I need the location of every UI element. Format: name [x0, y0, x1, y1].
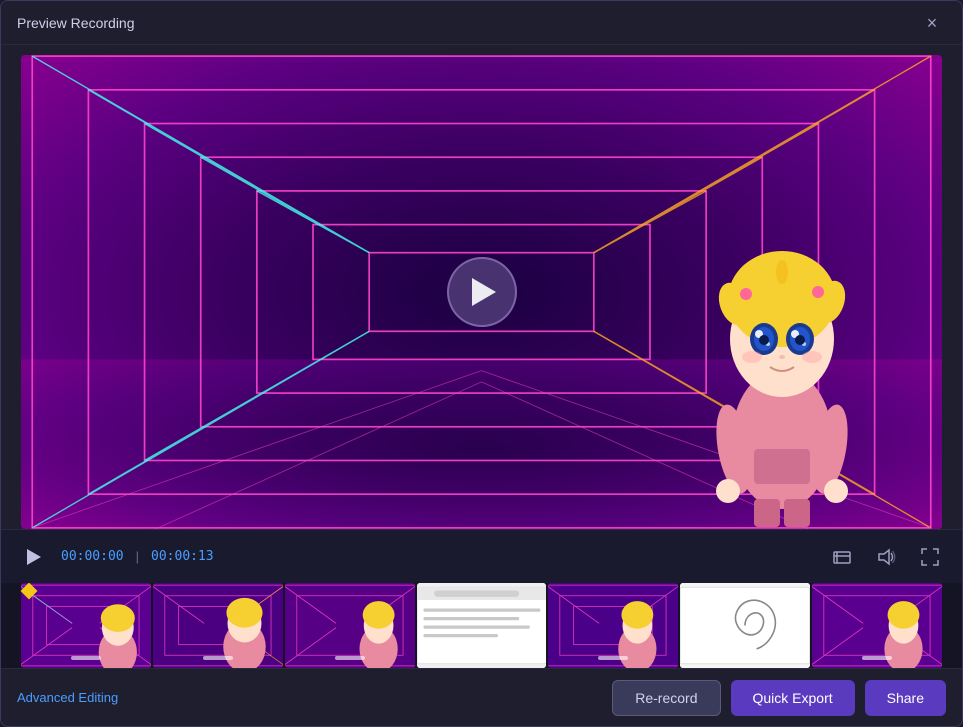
timeline-scrubber[interactable] — [21, 583, 37, 599]
thumb-bg-6 — [680, 583, 810, 668]
volume-icon[interactable] — [870, 541, 902, 573]
thumbnail-3[interactable] — [285, 583, 415, 668]
thumb-bar-5 — [598, 656, 628, 660]
thumbnail-6[interactable] — [680, 583, 810, 668]
play-button[interactable] — [447, 257, 517, 327]
thumbnail-2[interactable] — [153, 583, 283, 668]
timeline-strip — [1, 583, 962, 668]
current-time: 00:00:00 — [61, 549, 124, 564]
thumbnail-4[interactable] — [417, 583, 547, 668]
advanced-editing-link[interactable]: Advanced Editing — [17, 690, 118, 705]
quick-export-button[interactable]: Quick Export — [731, 680, 855, 716]
thumbnail-1[interactable] — [21, 583, 151, 668]
anime-character — [682, 209, 882, 529]
bottom-bar: Advanced Editing Re-record Quick Export … — [1, 668, 962, 726]
scrubber-diamond — [21, 583, 38, 599]
close-button[interactable]: × — [918, 9, 946, 37]
controls-bar: 00:00:00 | 00:00:13 — [1, 529, 962, 583]
rerecord-button[interactable]: Re-record — [612, 680, 720, 716]
play-pause-button[interactable] — [17, 541, 49, 573]
thumb-bar-3 — [335, 656, 365, 660]
thumb-bar-1 — [71, 656, 101, 660]
play-icon — [472, 278, 496, 306]
play-small-icon — [27, 549, 41, 565]
action-buttons: Re-record Quick Export Share — [612, 680, 946, 716]
thumb-bar-2 — [203, 656, 233, 660]
thumbnail-5[interactable] — [548, 583, 678, 668]
thumbnail-7[interactable] — [812, 583, 942, 668]
share-button[interactable]: Share — [865, 680, 946, 716]
fullscreen-icon[interactable] — [914, 541, 946, 573]
titlebar: Preview Recording × — [1, 1, 962, 45]
crop-icon[interactable] — [826, 541, 858, 573]
thumb-bar-7 — [862, 656, 892, 660]
window-title: Preview Recording — [17, 15, 135, 31]
video-player[interactable] — [21, 55, 942, 529]
preview-recording-window: Preview Recording × — [0, 0, 963, 727]
thumb-bg-4 — [417, 583, 547, 668]
total-time: 00:00:13 — [151, 549, 214, 564]
time-separator: | — [136, 549, 139, 564]
